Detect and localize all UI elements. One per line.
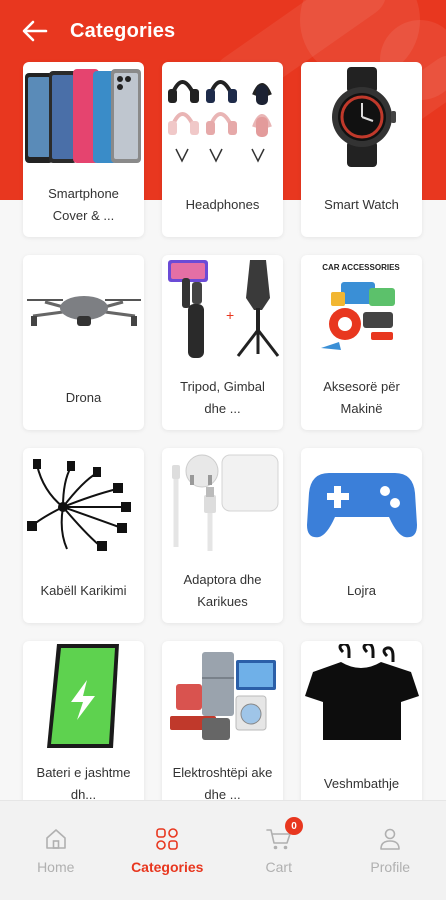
category-card[interactable]: Drona: [23, 255, 144, 430]
power-bank-image: [23, 641, 144, 751]
drone-image: [23, 255, 144, 365]
category-card[interactable]: CAR ACCESSORIES Aksesorë për Makinë: [301, 255, 422, 430]
category-card[interactable]: + Tripod, Gimbal dhe ...: [162, 255, 283, 430]
phone-cover-image: [23, 62, 144, 172]
clothing-image: [301, 641, 422, 751]
category-label: Lojra: [347, 582, 376, 598]
bottom-navigation: Home Categories 0 Cart Profile: [0, 800, 446, 900]
charging-cable-image: [23, 448, 144, 558]
top-bar: Categories: [0, 0, 446, 62]
nav-home-label: Home: [37, 858, 75, 875]
tripod-gimbal-image: +: [162, 255, 283, 365]
category-card[interactable]: Smart Watch: [301, 62, 422, 237]
category-label: Tripod, Gimbal dhe ...: [180, 378, 265, 416]
page-title: Categories: [70, 19, 176, 42]
adapter-charger-image: [162, 448, 283, 558]
gamepad-image: [301, 448, 422, 558]
nav-cart-label: Cart: [265, 858, 292, 875]
category-card[interactable]: Kabëll Karikimi: [23, 448, 144, 623]
category-label: Smart Watch: [324, 196, 399, 212]
smart-watch-image: [301, 62, 422, 172]
headphones-image: [162, 62, 283, 172]
category-card[interactable]: Veshmbathje: [301, 641, 422, 816]
nav-categories[interactable]: Categories: [112, 801, 224, 900]
category-card[interactable]: Bateri e jashtme dh...: [23, 641, 144, 816]
back-button[interactable]: [20, 16, 50, 46]
svg-text:+: +: [226, 307, 234, 323]
category-label: Kabëll Karikimi: [40, 582, 127, 598]
category-label: Adaptora dhe Karikues: [183, 571, 262, 609]
home-appliances-image: [162, 641, 283, 751]
category-label: Headphones: [185, 196, 260, 212]
nav-profile[interactable]: Profile: [335, 801, 446, 900]
category-grid: Smartphone Cover & ... Headphones Smart …: [23, 62, 423, 816]
car-accessories-image: CAR ACCESSORIES: [301, 255, 422, 365]
nav-categories-label: Categories: [131, 858, 204, 875]
cart-count-badge: 0: [285, 817, 303, 835]
category-card[interactable]: Smartphone Cover & ...: [23, 62, 144, 237]
category-label: Drona: [65, 389, 102, 405]
category-label: Smartphone Cover & ...: [48, 185, 119, 223]
nav-home[interactable]: Home: [0, 801, 112, 900]
home-icon: [45, 828, 66, 849]
arrow-left-icon: [22, 20, 48, 42]
category-label: Aksesorë për Makinë: [323, 378, 400, 416]
grid-icon: [156, 827, 179, 850]
category-card[interactable]: Lojra: [301, 448, 422, 623]
user-icon: [380, 828, 401, 850]
car-accessories-sublabel: CAR ACCESSORIES: [322, 263, 400, 272]
category-card[interactable]: Elektroshtëpi ake dhe ...: [162, 641, 283, 816]
nav-cart[interactable]: 0 Cart: [223, 801, 335, 900]
nav-profile-label: Profile: [370, 858, 411, 875]
category-card[interactable]: Adaptora dhe Karikues: [162, 448, 283, 623]
category-card[interactable]: Headphones: [162, 62, 283, 237]
